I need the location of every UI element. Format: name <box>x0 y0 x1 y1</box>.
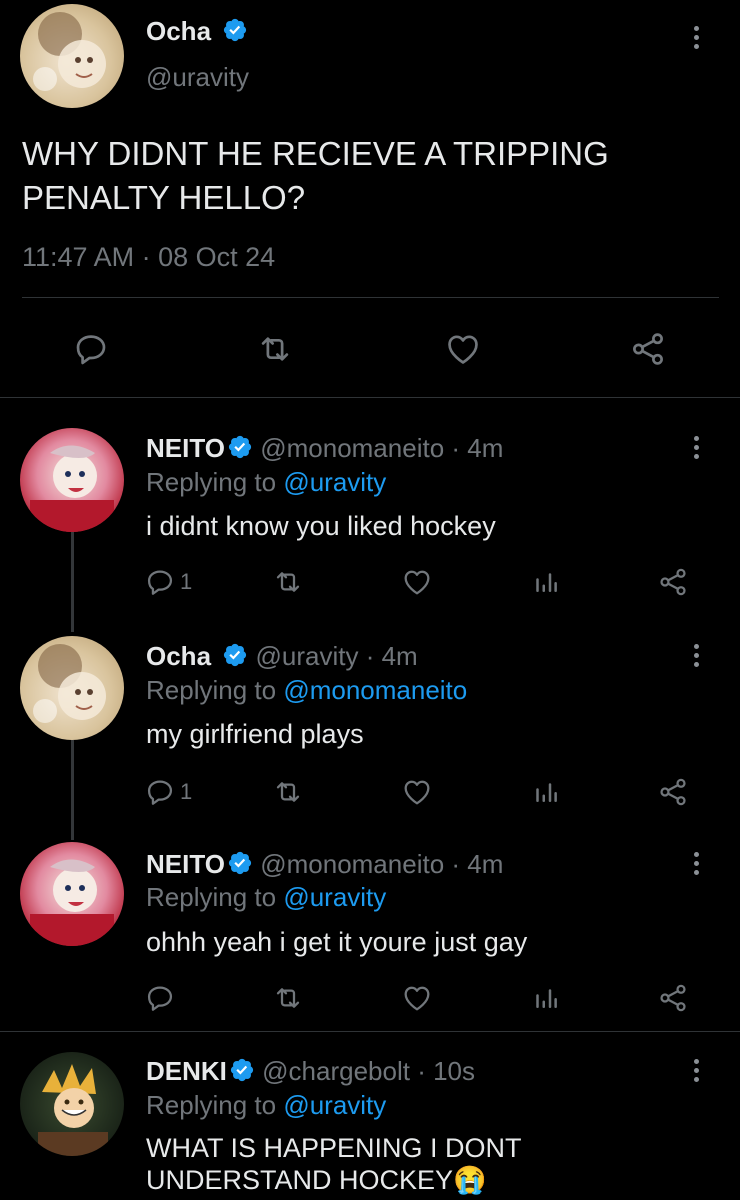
reply-count: 1 <box>180 779 193 804</box>
divider <box>0 397 740 398</box>
analytics-icon[interactable] <box>530 982 560 1014</box>
reply-button[interactable]: 1 <box>144 566 192 598</box>
like-button[interactable] <box>443 330 483 368</box>
reply-text: WHAT IS HAPPENING I DONT UNDERSTAND HOCK… <box>146 1133 522 1195</box>
mention-link[interactable]: @uravity <box>283 882 386 912</box>
crying-emoji: 😭 <box>453 1165 487 1195</box>
reply-time: · 4m <box>451 849 504 879</box>
replying-to: Replying to @monomaneito <box>146 675 468 705</box>
share-button[interactable] <box>656 776 690 808</box>
replying-to: Replying to @uravity <box>146 882 387 912</box>
divider <box>22 297 719 298</box>
share-button[interactable] <box>656 982 690 1014</box>
avatar[interactable] <box>20 1052 124 1156</box>
author-handle[interactable]: @monomaneito <box>260 849 444 879</box>
more-options-icon[interactable] <box>686 848 706 878</box>
retweet-button[interactable] <box>255 330 295 368</box>
analytics-icon[interactable] <box>530 776 560 808</box>
avatar[interactable] <box>20 428 124 532</box>
divider <box>0 1031 740 1032</box>
reply-text: my girlfriend plays <box>146 719 364 749</box>
share-button[interactable] <box>656 566 690 598</box>
verified-icon <box>227 850 253 876</box>
retweet-button[interactable] <box>271 776 305 808</box>
verified-icon <box>227 434 253 460</box>
author-name[interactable]: Ocha <box>146 16 211 46</box>
author-handle[interactable]: @chargebolt <box>262 1056 410 1086</box>
author-name[interactable]: NEITO <box>146 433 225 463</box>
replying-to: Replying to @uravity <box>146 467 387 497</box>
like-button[interactable] <box>400 982 434 1014</box>
more-options-icon[interactable] <box>686 1055 706 1085</box>
author-name[interactable]: NEITO <box>146 849 225 879</box>
replying-to: Replying to @uravity <box>146 1090 387 1120</box>
mention-link[interactable]: @monomaneito <box>283 675 467 705</box>
mention-link[interactable]: @uravity <box>283 1090 386 1120</box>
share-button[interactable] <box>628 330 668 368</box>
reply-button[interactable] <box>144 982 176 1014</box>
retweet-button[interactable] <box>271 566 305 598</box>
verified-icon <box>229 1057 255 1083</box>
reply-button[interactable] <box>72 330 110 368</box>
reply-text: ohhh yeah i get it youre just gay <box>146 927 528 957</box>
mention-link[interactable]: @uravity <box>283 467 386 497</box>
avatar[interactable] <box>20 842 124 946</box>
like-button[interactable] <box>400 566 434 598</box>
reply-text: i didnt know you liked hockey <box>146 511 496 541</box>
author-handle[interactable]: @monomaneito <box>260 433 444 463</box>
thread-line <box>71 532 74 632</box>
analytics-icon[interactable] <box>530 566 560 598</box>
more-options-icon[interactable] <box>686 640 706 670</box>
reply-button[interactable]: 1 <box>144 776 192 808</box>
reply-time: · 4m <box>451 433 504 463</box>
more-options-icon[interactable] <box>686 22 706 52</box>
tweet-text: WHY DIDNT HE RECIEVE A TRIPPING PENALTY … <box>22 135 609 216</box>
reply-count: 1 <box>180 569 193 594</box>
reply-time: · 4m <box>365 641 418 671</box>
avatar[interactable] <box>20 636 124 740</box>
retweet-button[interactable] <box>271 982 305 1014</box>
reply-time: · 10s <box>417 1056 475 1086</box>
author-name[interactable]: Ocha <box>146 641 211 671</box>
author-handle[interactable]: @uravity <box>256 641 359 671</box>
more-options-icon[interactable] <box>686 432 706 462</box>
author-handle[interactable]: @uravity <box>146 62 249 93</box>
like-button[interactable] <box>400 776 434 808</box>
verified-icon <box>222 17 248 43</box>
verified-icon <box>222 642 248 668</box>
tweet-timestamp[interactable]: 11:47 AM · 08 Oct 24 <box>22 242 275 273</box>
author-name[interactable]: DENKI <box>146 1056 227 1086</box>
avatar[interactable] <box>20 4 124 108</box>
thread-line <box>71 740 74 840</box>
